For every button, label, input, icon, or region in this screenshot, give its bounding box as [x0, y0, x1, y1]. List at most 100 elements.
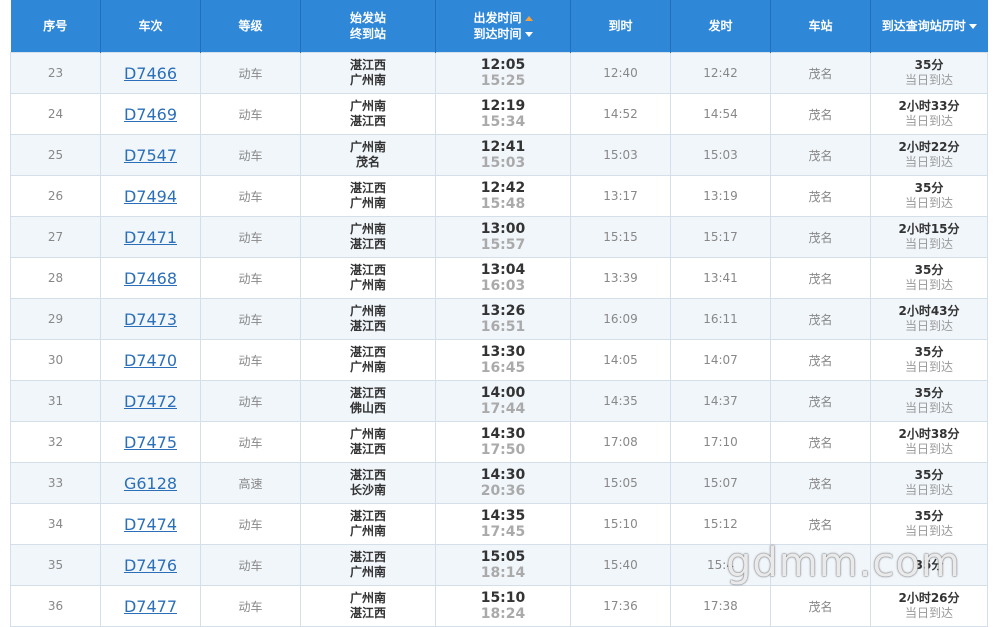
row-station: 茂名: [770, 216, 871, 258]
train-number-link[interactable]: D7474: [124, 515, 177, 534]
arrival-day: 当日到达: [904, 360, 953, 374]
train-number-link[interactable]: D7466: [124, 64, 177, 83]
row-duration: 35分 当日到达: [870, 503, 988, 545]
terminal-station: 湛江西: [349, 606, 386, 620]
arrival-day: 当日到达: [904, 73, 953, 87]
header-seq: 序号: [10, 0, 101, 53]
row-times: 14:35 17:45: [435, 503, 571, 545]
origin-station: 广州南: [349, 304, 386, 318]
sort-duration[interactable]: 到达查询站历时: [882, 19, 966, 33]
arrival-day: 当日到达: [904, 114, 953, 128]
row-depart: 15:07: [670, 462, 771, 504]
sort-arrival-time[interactable]: 到达时间: [436, 26, 570, 42]
arrival-time: 17:45: [480, 524, 526, 540]
train-number-link[interactable]: D7472: [124, 392, 177, 411]
row-seq: 36: [10, 585, 101, 627]
row-duration: 35分 当日到达: [870, 339, 988, 381]
arrival-time: 15:03: [480, 155, 526, 171]
row-arrive: 15:03: [570, 134, 671, 176]
row-depart: 12:42: [670, 52, 771, 94]
train-number-link[interactable]: D7476: [124, 556, 177, 575]
row-station: 茂名: [770, 93, 871, 135]
origin-station: 湛江西: [349, 345, 386, 359]
sort-up-icon[interactable]: [524, 16, 533, 21]
origin-station: 广州南: [349, 591, 386, 605]
terminal-station: 湛江西: [349, 319, 386, 333]
duration-value: 35分: [914, 263, 944, 277]
row-times: 14:30 17:50: [435, 421, 571, 463]
row-duration: 2小时38分 当日到达: [870, 421, 988, 463]
arrival-time: 20:36: [480, 483, 526, 499]
train-number-link[interactable]: D7473: [124, 310, 177, 329]
duration-value: 2小时43分: [898, 304, 960, 318]
terminal-station: 茂名: [355, 155, 380, 169]
arrival-time: 16:03: [480, 278, 526, 294]
duration-value: 2小时22分: [898, 140, 960, 154]
table-row: 26 D7494 动车 湛江西 广州南 12:42 15:48 13:17 13:19 茂名 35分…: [10, 175, 988, 217]
origin-station: 湛江西: [349, 550, 386, 564]
sort-down-icon[interactable]: [968, 24, 977, 29]
row-arrive: 15:10: [570, 503, 671, 545]
table-row: 23 D7466 动车 湛江西 广州南 12:05 15:25 12:40 12:42 茂名 35分…: [10, 52, 988, 94]
row-station: 茂名: [770, 175, 871, 217]
row-depart: 14:54: [670, 93, 771, 135]
header-times[interactable]: 出发时间 到达时间: [435, 0, 571, 53]
row-grade: 高速: [200, 462, 301, 504]
row-grade: 动车: [200, 52, 301, 94]
row-depart: 15:03: [670, 134, 771, 176]
row-grade: 动车: [200, 298, 301, 340]
origin-station: 广州南: [349, 99, 386, 113]
train-number-link[interactable]: G6128: [124, 474, 177, 493]
sort-down-icon[interactable]: [524, 32, 533, 37]
table-row: 35 D7476 动车 湛江西 广州南 15:05 18:14 15:40 15:4 35分: [10, 544, 988, 586]
departure-time: 14:30: [480, 426, 526, 442]
timetable-body: 23 D7466 动车 湛江西 广州南 12:05 15:25 12:40 12:42 茂名 35分…: [10, 52, 988, 627]
row-stations: 广州南 茂名: [300, 134, 436, 176]
row-duration: 35分 当日到达: [870, 175, 988, 217]
row-seq: 34: [10, 503, 101, 545]
row-train-cell: D7494: [100, 175, 201, 217]
header-duration[interactable]: 到达查询站历时: [870, 0, 988, 53]
arrival-time: 16:45: [480, 360, 526, 376]
row-arrive: 14:05: [570, 339, 671, 381]
train-number-link[interactable]: D7471: [124, 228, 177, 247]
row-train-cell: D7475: [100, 421, 201, 463]
row-arrive: 15:15: [570, 216, 671, 258]
arrival-day: 当日到达: [904, 524, 953, 538]
train-number-link[interactable]: D7469: [124, 105, 177, 124]
terminal-station: 长沙南: [349, 483, 386, 497]
train-number-link[interactable]: D7470: [124, 351, 177, 370]
arrival-day: 当日到达: [904, 606, 953, 620]
train-number-link[interactable]: D7475: [124, 433, 177, 452]
train-number-link[interactable]: D7547: [124, 146, 177, 165]
sort-departure-time[interactable]: 出发时间: [436, 10, 570, 26]
row-train-cell: G6128: [100, 462, 201, 504]
arrival-day: 当日到达: [904, 278, 953, 292]
header-stations: 始发站 终到站: [300, 0, 436, 53]
row-duration: 35分 当日到达: [870, 257, 988, 299]
row-grade: 动车: [200, 585, 301, 627]
row-grade: 动车: [200, 216, 301, 258]
departure-time: 12:05: [480, 57, 526, 73]
row-train-cell: D7474: [100, 503, 201, 545]
row-depart: 17:10: [670, 421, 771, 463]
row-depart: 13:19: [670, 175, 771, 217]
row-seq: 33: [10, 462, 101, 504]
arrival-day: 当日到达: [904, 401, 953, 415]
arrival-day: 当日到达: [904, 483, 953, 497]
arrival-time: 15:48: [480, 196, 526, 212]
duration-value: 35分: [914, 468, 944, 482]
row-arrive: 12:40: [570, 52, 671, 94]
row-duration: 2小时43分 当日到达: [870, 298, 988, 340]
train-number-link[interactable]: D7494: [124, 187, 177, 206]
row-grade: 动车: [200, 175, 301, 217]
row-duration: 2小时22分 当日到达: [870, 134, 988, 176]
row-stations: 湛江西 广州南: [300, 503, 436, 545]
header-grade: 等级: [200, 0, 301, 53]
train-number-link[interactable]: D7468: [124, 269, 177, 288]
train-number-link[interactable]: D7477: [124, 597, 177, 616]
departure-time: 13:04: [480, 262, 526, 278]
row-stations: 广州南 湛江西: [300, 298, 436, 340]
departure-time: 15:10: [480, 590, 526, 606]
duration-value: 2小时26分: [898, 591, 960, 605]
